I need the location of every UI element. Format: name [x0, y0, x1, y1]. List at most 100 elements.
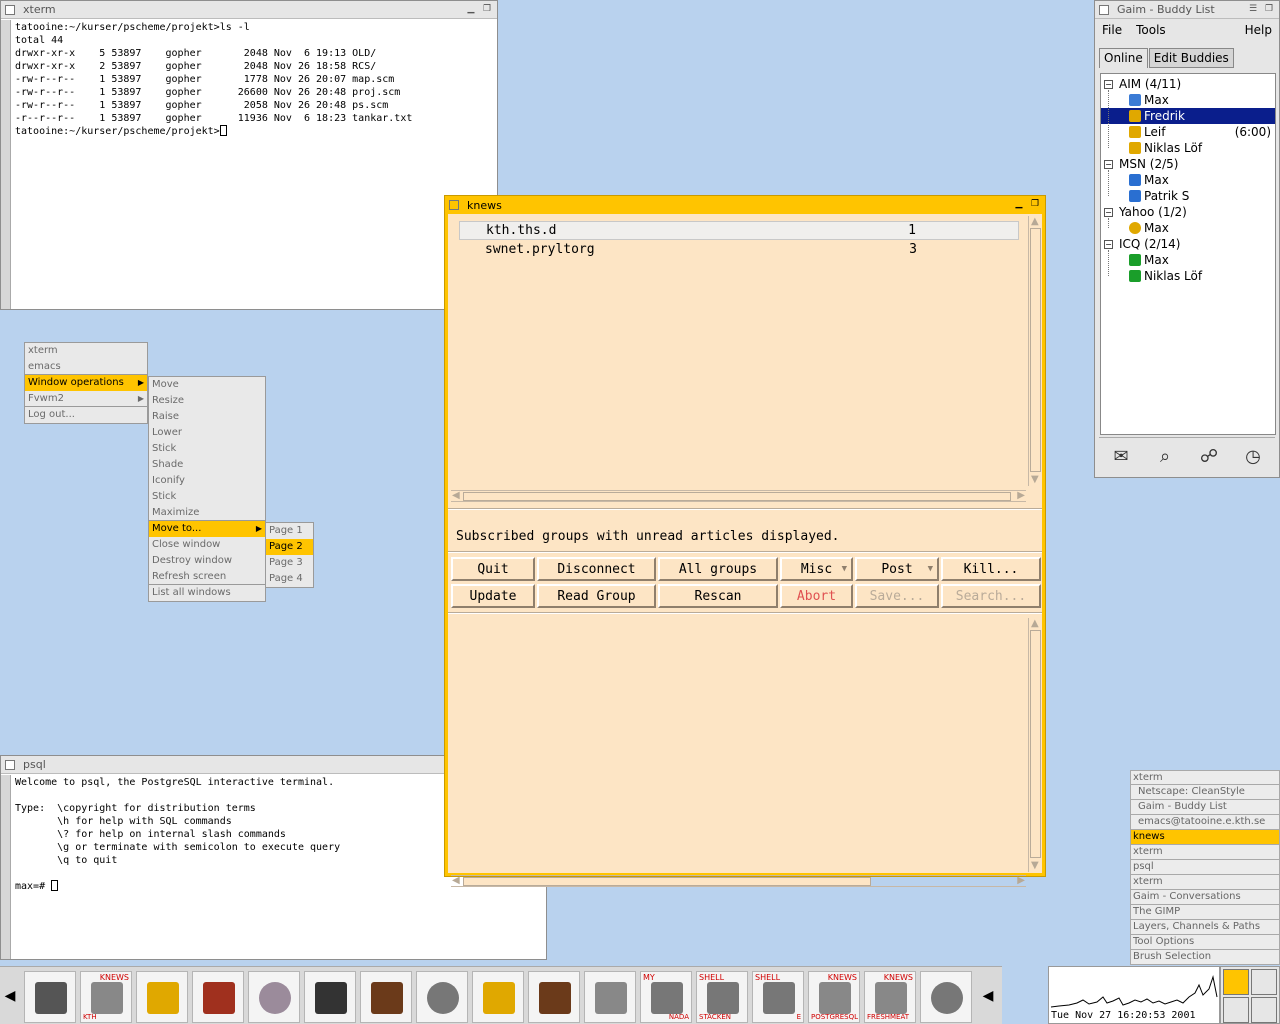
menu-tools[interactable]: Tools	[1129, 21, 1173, 41]
collapse-icon[interactable]: −	[1104, 240, 1113, 249]
window-menu-icon[interactable]	[1099, 4, 1109, 15]
maximize-icon[interactable]: ❐	[1029, 199, 1041, 211]
window-menu-icon[interactable]	[5, 4, 15, 15]
scroll-right-icon[interactable]: ▶	[1017, 491, 1025, 501]
minimize-icon[interactable]: ▁	[1013, 199, 1025, 211]
collapse-icon[interactable]: −	[1104, 80, 1113, 89]
filing-cabinet-icon[interactable]	[304, 971, 356, 1023]
menu-item[interactable]: Destroy window	[149, 553, 265, 569]
gauge-icon[interactable]	[920, 971, 972, 1023]
window-list-item[interactable]: psql	[1130, 860, 1280, 875]
menu-help[interactable]: Help	[1238, 21, 1279, 41]
terminal-prompt-line[interactable]: tatooine:~/kurser/pscheme/projekt>	[15, 125, 493, 138]
xterm-titlebar[interactable]: xterm ▁ ❐	[1, 1, 497, 19]
cd-disc-icon[interactable]	[248, 971, 300, 1023]
menu-item[interactable]: List all windows	[149, 585, 265, 601]
menu-item[interactable]: Log out...	[25, 407, 147, 423]
window-list-item[interactable]: xterm	[1130, 770, 1280, 785]
kill-button[interactable]: Kill...	[941, 557, 1041, 581]
menu-item[interactable]: Fvwm2 ▶	[25, 391, 147, 407]
buddy-group-row[interactable]: MSN (2/5)	[1119, 156, 1178, 172]
maximize-icon[interactable]: ❐	[481, 4, 493, 16]
menu-item[interactable]: Move	[149, 377, 265, 393]
menu-item[interactable]: Lower	[149, 425, 265, 441]
window-list-item[interactable]: Tool Options	[1130, 935, 1280, 950]
group-list-vscroll[interactable]: ▲ ▼	[1028, 216, 1042, 486]
pager-page-2[interactable]	[1251, 969, 1277, 995]
knews-window[interactable]: knews ▁ ❐ kth.ths.d 1 swnet.pryltorg 3 ▲ ▼ …	[444, 195, 1046, 887]
get-info-icon[interactable]: ⌕	[1153, 445, 1177, 469]
window-list-item[interactable]: emacs@tatooine.e.kth.se	[1130, 815, 1280, 830]
xterm-window[interactable]: xterm ▁ ❐ tatooine:~/kurser/pscheme/proj…	[0, 0, 498, 310]
window-menu-icon[interactable]	[449, 200, 459, 210]
away-icon[interactable]: ◷	[1241, 445, 1265, 469]
scroll-down-icon[interactable]: ▼	[1031, 475, 1039, 485]
gnu-icon[interactable]	[528, 971, 580, 1023]
window-list-item[interactable]: Gaim - Conversations	[1130, 890, 1280, 905]
terminal-scrollbar[interactable]	[1, 775, 11, 959]
scroll-right-icon[interactable]: ▶	[1017, 876, 1025, 886]
gaim-titlebar[interactable]: Gaim - Buddy List ☰ ❐	[1095, 1, 1279, 19]
window-list-item[interactable]: Gaim - Buddy List	[1130, 800, 1280, 815]
knews-postgresql-icon[interactable]: KNEWS POSTGRESQL	[808, 971, 860, 1023]
menu-item[interactable]: Page 3	[266, 555, 313, 571]
buddy-row[interactable]: Niklas Löf	[1129, 140, 1273, 156]
send-message-icon[interactable]: ✉	[1109, 445, 1133, 469]
group-list-hscroll[interactable]: ◀ ▶	[451, 490, 1026, 502]
menu-item[interactable]: Iconify	[149, 473, 265, 489]
group-list[interactable]: kth.ths.d 1 swnet.pryltorg 3	[451, 216, 1038, 502]
article-hscroll[interactable]: ◀ ▶	[451, 875, 1026, 887]
menu-item[interactable]: Stick	[149, 441, 265, 457]
monitor-nada-icon[interactable]: MY NADA	[640, 971, 692, 1023]
menu-item[interactable]: Page 1	[266, 523, 313, 539]
knews-kth-icon[interactable]: KNEWS KTH	[80, 971, 132, 1023]
menu-item[interactable]: xterm	[25, 343, 147, 359]
menu-lines-icon[interactable]: ☰	[1247, 4, 1259, 16]
gaim-buddy-list-window[interactable]: Gaim - Buddy List ☰ ❐ File Tools Help On…	[1094, 0, 1280, 478]
aim-runner-icon[interactable]	[472, 971, 524, 1023]
window-list-item[interactable]: Netscape: CleanStyle	[1130, 785, 1280, 800]
buddy-row[interactable]: Max	[1129, 220, 1273, 236]
menu-item[interactable]: Raise	[149, 409, 265, 425]
group-row[interactable]: swnet.pryltorg 3	[459, 240, 1019, 259]
maximize-icon[interactable]: ❐	[1263, 4, 1275, 16]
terminal-scrollbar[interactable]	[1, 20, 11, 309]
buddy-row[interactable]: Patrik S	[1129, 188, 1273, 204]
buddy-row[interactable]: Max	[1129, 172, 1273, 188]
menu-item[interactable]: Refresh screen	[149, 569, 265, 585]
scroll-left-icon[interactable]: ◀	[452, 876, 460, 886]
collapse-icon[interactable]: −	[1104, 208, 1113, 217]
scroll-thumb[interactable]	[1030, 630, 1041, 858]
desktop-pager[interactable]	[1220, 966, 1280, 1024]
abort-button[interactable]: Abort	[780, 584, 853, 608]
tab-online[interactable]: Online	[1099, 48, 1148, 68]
terminal-output[interactable]: tatooine:~/kurser/pscheme/projekt>ls -l t…	[1, 19, 497, 138]
buddy-row[interactable]: Max	[1129, 252, 1273, 268]
disconnect-button[interactable]: Disconnect	[537, 557, 656, 581]
buddy-row[interactable]: Leif (6:00)	[1129, 124, 1273, 140]
menu-item[interactable]: Page 4	[266, 571, 313, 587]
monitor-e-icon[interactable]: SHELL E	[752, 971, 804, 1023]
helm-icon[interactable]	[192, 971, 244, 1023]
article-vscroll[interactable]: ▲ ▼	[1028, 618, 1042, 872]
editor-icon[interactable]	[24, 971, 76, 1023]
buddy-group-row[interactable]: AIM (4/11)	[1119, 76, 1181, 92]
menu-item[interactable]: Page 2	[266, 539, 313, 555]
scroll-down-icon[interactable]: ▼	[1031, 861, 1039, 871]
scroll-thumb[interactable]	[463, 492, 1011, 501]
pager-page-4[interactable]	[1251, 997, 1277, 1023]
quit-button[interactable]: Quit	[451, 557, 535, 581]
menu-item[interactable]: Maximize	[149, 505, 265, 521]
window-menu-icon[interactable]	[5, 759, 15, 770]
buddy-group-row[interactable]: ICQ (2/14)	[1119, 236, 1181, 252]
notes-icon[interactable]	[584, 971, 636, 1023]
scroll-left-icon[interactable]: ◀	[452, 491, 460, 501]
misc-button[interactable]: Misc ▼	[780, 557, 853, 581]
buddy-tree[interactable]: − AIM (4/11) Max Fredrik Leif (6:00) Niklas Lö…	[1100, 73, 1276, 435]
window-list-item[interactable]: The GIMP	[1130, 905, 1280, 920]
all-groups-button[interactable]: All groups	[658, 557, 778, 581]
knews-freshmeat-icon[interactable]: KNEWS FRESHMEAT	[864, 971, 916, 1023]
pager-page-1[interactable]	[1223, 969, 1249, 995]
post-button[interactable]: Post ▼	[855, 557, 939, 581]
scroll-thumb[interactable]	[1030, 228, 1041, 472]
